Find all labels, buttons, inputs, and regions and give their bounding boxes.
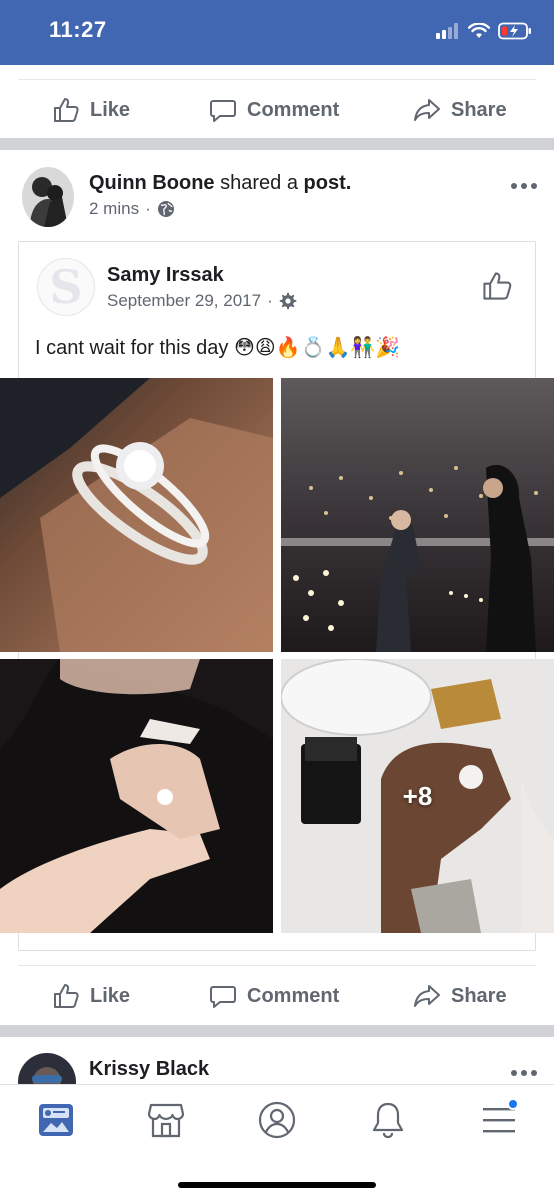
share-icon xyxy=(414,985,440,1007)
page-logo[interactable]: S xyxy=(37,258,95,316)
photo-ring-box-hands[interactable]: +8 xyxy=(281,659,554,933)
post-action-target[interactable]: post. xyxy=(304,172,352,194)
signal-icon xyxy=(436,23,458,39)
share-label: Share xyxy=(451,984,507,1007)
home-indicator xyxy=(178,1182,376,1188)
feed-separator xyxy=(0,138,554,150)
battery-charging-icon xyxy=(498,22,531,40)
comment-icon xyxy=(210,100,236,122)
share-label: Share xyxy=(451,98,507,121)
notifications-icon[interactable] xyxy=(368,1100,408,1140)
marketplace-icon[interactable] xyxy=(146,1100,186,1140)
avatar[interactable] xyxy=(22,167,74,227)
thumbs-up-icon xyxy=(54,984,79,1008)
menu-notification-dot xyxy=(507,1098,519,1110)
post-author-name[interactable]: Quinn Boone xyxy=(89,172,215,194)
like-button[interactable]: Like xyxy=(52,982,130,1010)
comment-label: Comment xyxy=(247,984,340,1007)
post-meta: 2 mins · xyxy=(89,199,175,219)
share-button[interactable]: Share xyxy=(413,982,507,1010)
more-options-icon[interactable] xyxy=(511,183,537,189)
photo-ring-box[interactable] xyxy=(0,378,273,652)
post-text: I cant wait for this day 😳😩🔥💍🙏👫🎉 xyxy=(35,337,401,359)
wifi-icon xyxy=(468,23,490,38)
thumbs-up-icon xyxy=(54,98,79,122)
post-header-text: Quinn Boone shared a post. xyxy=(89,172,351,195)
news-feed-icon[interactable] xyxy=(36,1100,76,1140)
like-label: Like xyxy=(90,984,131,1007)
more-options-icon[interactable] xyxy=(511,1070,537,1076)
profile-icon[interactable] xyxy=(257,1100,297,1140)
status-icons xyxy=(436,22,532,40)
comment-label: Comment xyxy=(247,98,340,121)
post-time[interactable]: 2 mins xyxy=(89,199,139,219)
page-logo-letter: S xyxy=(49,260,83,314)
globe-icon xyxy=(157,201,174,217)
status-bar: 11:27 xyxy=(0,0,554,65)
post-actions: Like Comment Share xyxy=(0,966,554,1026)
menu-icon[interactable] xyxy=(479,1098,519,1140)
meta-dot: · xyxy=(145,199,151,218)
shared-author-name[interactable]: Samy Irssak xyxy=(107,264,224,287)
comment-icon xyxy=(210,986,236,1008)
photo-proposal[interactable] xyxy=(281,378,554,652)
like-button[interactable]: Like xyxy=(52,96,130,124)
share-button[interactable]: Share xyxy=(413,96,507,124)
shared-post-meta: September 29, 2017 · xyxy=(107,291,297,311)
feed-separator xyxy=(0,1025,554,1037)
next-post-author[interactable]: Krissy Black xyxy=(89,1058,209,1081)
post-action-text: shared a xyxy=(220,172,298,194)
like-label: Like xyxy=(90,98,131,121)
share-icon xyxy=(414,99,440,121)
shared-like-button[interactable] xyxy=(481,270,513,307)
shared-post-date[interactable]: September 29, 2017 xyxy=(107,291,261,311)
photo-hand-ring[interactable] xyxy=(0,659,273,933)
thumbs-up-icon xyxy=(483,272,512,300)
status-time: 11:27 xyxy=(49,17,107,42)
meta-dot: · xyxy=(267,291,273,310)
comment-button[interactable]: Comment xyxy=(209,96,339,124)
more-photos-count[interactable]: +8 xyxy=(281,659,554,933)
gear-icon xyxy=(279,292,297,310)
previous-post-actions: Like Comment Share xyxy=(0,80,554,140)
comment-button[interactable]: Comment xyxy=(209,982,339,1010)
